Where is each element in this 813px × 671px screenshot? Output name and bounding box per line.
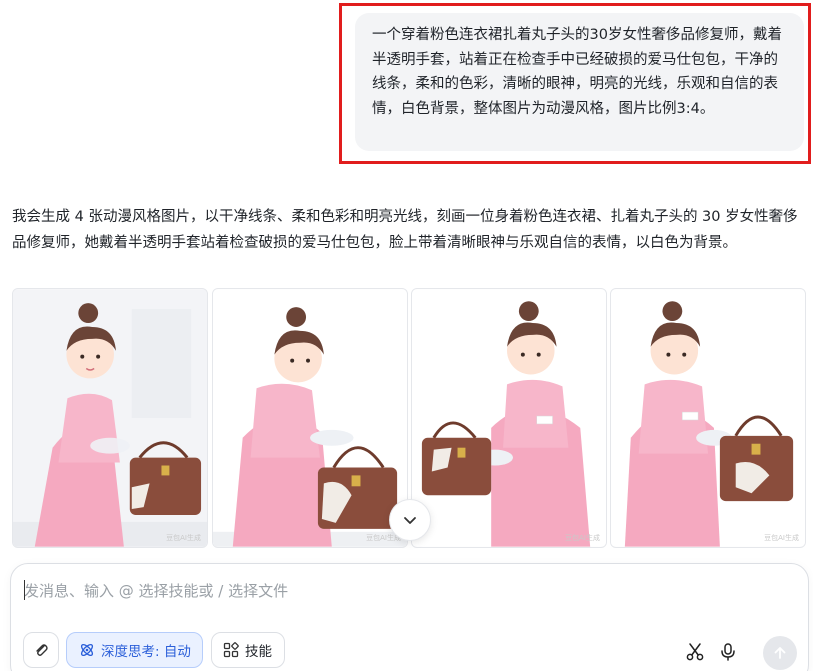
assistant-message-text: 我会生成 4 张动漫风格图片，以干净线条、柔和色彩和明亮光线，刻画一位身着粉色连… — [12, 209, 798, 251]
illustration-restorer-4 — [611, 289, 805, 547]
scroll-down-button[interactable] — [389, 499, 431, 541]
paperclip-icon — [36, 644, 48, 656]
generated-image-4[interactable]: 豆包AI生成 — [610, 288, 806, 548]
user-message-text: 一个穿着粉色连衣裙扎着丸子头的30岁女性奢侈品修复师，戴着半透明手套，站着正在检… — [372, 27, 782, 117]
microphone-icon — [721, 643, 735, 661]
chevron-down-icon — [404, 517, 416, 524]
image-watermark: 豆包AI生成 — [565, 534, 600, 542]
deep-think-toggle[interactable]: 深度思考: 自动 — [66, 632, 203, 668]
illustration-restorer-3 — [412, 289, 606, 547]
screenshot-button[interactable] — [683, 640, 707, 664]
voice-input-button[interactable] — [716, 640, 740, 664]
scissors-icon — [686, 643, 704, 661]
user-message-bubble: 一个穿着粉色连衣裙扎着丸子头的30岁女性奢侈品修复师，戴着半透明手套，站着正在检… — [355, 13, 804, 151]
illustration-restorer-2 — [213, 289, 407, 547]
deep-think-label: 深度思考: 自动 — [101, 644, 191, 660]
arrow-up-icon — [774, 647, 786, 659]
skills-label: 技能 — [245, 644, 272, 660]
send-button[interactable] — [763, 636, 797, 670]
skills-button[interactable]: 技能 — [211, 632, 285, 668]
image-watermark: 豆包AI生成 — [764, 534, 799, 542]
text-caret — [24, 580, 25, 600]
attach-button[interactable] — [23, 632, 59, 668]
grid-icon — [223, 642, 239, 658]
message-input[interactable] — [24, 578, 784, 604]
atom-icon — [80, 643, 94, 657]
illustration-restorer-1 — [13, 289, 207, 547]
generated-image-2[interactable]: 豆包AI生成 — [212, 288, 408, 548]
generated-image-3[interactable]: 豆包AI生成 — [411, 288, 607, 548]
image-watermark: 豆包AI生成 — [166, 534, 201, 542]
generated-image-1[interactable]: 豆包AI生成 — [12, 288, 208, 548]
